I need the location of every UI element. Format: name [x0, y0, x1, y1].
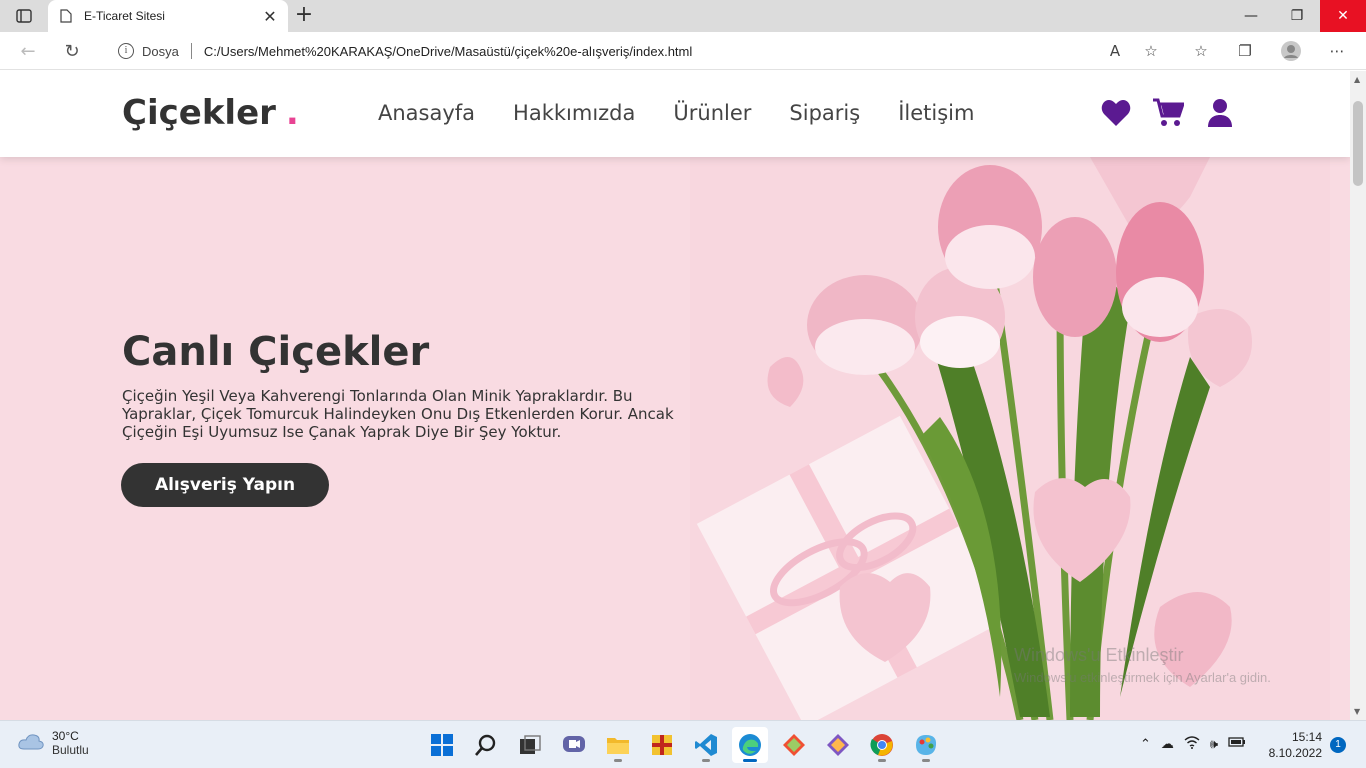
teams-chat-icon[interactable] — [556, 727, 592, 763]
activation-watermark: Windows'u Etkinleştir Windows'u etkinleş… — [1014, 645, 1271, 685]
header-icons — [1100, 97, 1236, 129]
chevron-up-icon[interactable]: ⌃ — [1140, 737, 1151, 752]
task-view-icon[interactable] — [512, 727, 548, 763]
page-icon — [58, 8, 74, 24]
watermark-title: Windows'u Etkinleştir — [1014, 645, 1184, 665]
hero-description: Çiçeğin Yeşil Veya Kahverengi Tonlarında… — [122, 387, 674, 441]
windows-taskbar: 30°C Bulutlu ⌃ ☁ 🕪 15:14 8.10.2022 1 — [0, 720, 1366, 768]
info-icon[interactable]: i — [118, 43, 134, 59]
page-scrollbar[interactable]: ▲ ▼ — [1350, 71, 1366, 720]
weather-condition: Bulutlu — [52, 743, 89, 757]
scrollbar-thumb[interactable] — [1353, 101, 1363, 186]
running-indicator — [614, 759, 622, 762]
clock-date: 8.10.2022 — [1268, 746, 1322, 760]
profile-avatar[interactable] — [1280, 40, 1302, 62]
cloud-icon — [18, 732, 44, 754]
chrome-icon[interactable] — [864, 727, 900, 763]
collections-icon[interactable]: ❐ — [1234, 40, 1256, 62]
close-window-button[interactable]: ✕ — [1320, 0, 1366, 32]
back-arrow-icon[interactable]: ← — [16, 39, 40, 63]
weather-widget[interactable]: 30°C Bulutlu — [18, 729, 89, 757]
hero-section: Canlı Çiçekler Çiçeğin Yeşil Veya Kahver… — [0, 157, 1350, 720]
scheme-label: Dosya — [142, 43, 179, 59]
paint-icon[interactable] — [908, 727, 944, 763]
clock-time: 15:14 — [1291, 730, 1322, 744]
hero-title: Canlı Çiçekler — [122, 329, 430, 375]
wifi-icon[interactable] — [1184, 735, 1200, 753]
nav-iletisim[interactable]: İletişim — [898, 101, 974, 125]
more-menu-icon[interactable]: ⋯ — [1326, 40, 1348, 62]
git-app-icon-2[interactable] — [820, 727, 856, 763]
running-indicator — [878, 759, 886, 762]
system-clock[interactable]: 15:14 8.10.2022 — [1262, 729, 1322, 761]
nav-hakkimizda[interactable]: Hakkımızda — [513, 101, 635, 125]
volume-icon[interactable]: 🕪 — [1210, 737, 1218, 752]
cart-icon[interactable] — [1152, 97, 1184, 129]
search-icon[interactable] — [468, 727, 504, 763]
address-toolbar: ← ↻ i Dosya C:/Users/Mehmet%20KARAKAŞ/On… — [0, 32, 1366, 70]
page-viewport: Çiçekler. Anasayfa Hakkımızda Ürünler Si… — [0, 71, 1350, 720]
close-tab-icon[interactable]: ✕ — [262, 7, 278, 26]
window-controls: — ❐ ✕ — [1228, 0, 1366, 32]
shop-now-button[interactable]: Alışveriş Yapın — [121, 463, 329, 507]
maximize-button[interactable]: ❐ — [1274, 0, 1320, 32]
nav-urunler[interactable]: Ürünler — [673, 101, 751, 125]
add-favorite-icon[interactable]: ☆ — [1140, 40, 1162, 62]
game-app-icon[interactable] — [644, 727, 680, 763]
address-separator — [190, 43, 192, 59]
logo-dot: . — [285, 93, 299, 133]
scroll-down-icon[interactable]: ▼ — [1354, 707, 1360, 716]
site-logo[interactable]: Çiçekler. — [122, 93, 299, 133]
address-bar[interactable]: i Dosya C:/Users/Mehmet%20KARAKAŞ/OneDri… — [100, 36, 1170, 66]
notification-badge[interactable]: 1 — [1330, 737, 1346, 753]
minimize-button[interactable]: — — [1228, 0, 1274, 32]
nav-anasayfa[interactable]: Anasayfa — [378, 101, 475, 125]
edge-icon[interactable] — [732, 727, 768, 763]
onedrive-icon[interactable]: ☁ — [1161, 737, 1174, 752]
tab-title: E-Ticaret Sitesi — [84, 9, 165, 23]
user-icon[interactable] — [1204, 97, 1236, 129]
start-icon[interactable] — [424, 727, 460, 763]
taskbar-apps — [424, 727, 944, 763]
favorites-icon[interactable]: ☆ — [1190, 40, 1212, 62]
refresh-icon[interactable]: ↻ — [60, 39, 84, 63]
system-tray: ⌃ ☁ 🕪 — [1140, 735, 1246, 753]
battery-icon[interactable] — [1228, 736, 1246, 752]
site-header: Çiçekler. Anasayfa Hakkımızda Ürünler Si… — [0, 71, 1350, 157]
heart-icon[interactable] — [1100, 97, 1132, 129]
vscode-icon[interactable] — [688, 727, 724, 763]
active-indicator — [743, 759, 757, 762]
temperature: 30°C — [52, 729, 79, 743]
file-explorer-icon[interactable] — [600, 727, 636, 763]
scroll-up-icon[interactable]: ▲ — [1354, 75, 1360, 84]
running-indicator — [922, 759, 930, 762]
read-aloud-icon[interactable]: A — [1104, 40, 1126, 62]
tab-actions-icon[interactable] — [8, 6, 40, 26]
main-nav: Anasayfa Hakkımızda Ürünler Sipariş İlet… — [378, 101, 974, 125]
nav-siparis[interactable]: Sipariş — [789, 101, 860, 125]
running-indicator — [702, 759, 710, 762]
hero-image — [690, 157, 1330, 720]
browser-tab-strip: E-Ticaret Sitesi ✕ + — ❐ ✕ — [0, 0, 1366, 32]
new-tab-button[interactable]: + — [292, 4, 316, 28]
watermark-subtitle: Windows'u etkinleştirmek için Ayarlar'a … — [1014, 670, 1271, 685]
browser-tab[interactable]: E-Ticaret Sitesi ✕ — [48, 0, 288, 32]
url-text[interactable]: C:/Users/Mehmet%20KARAKAŞ/OneDrive/Masaü… — [204, 44, 692, 59]
git-app-icon[interactable] — [776, 727, 812, 763]
logo-text: Çiçekler — [122, 93, 276, 133]
